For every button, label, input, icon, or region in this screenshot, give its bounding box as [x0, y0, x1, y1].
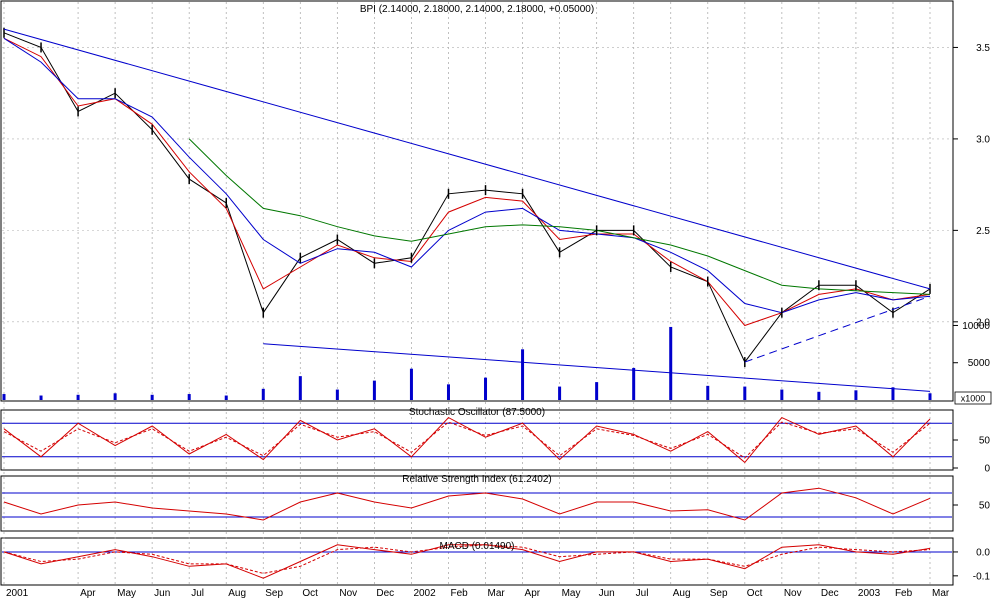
volume-bar: [484, 377, 488, 400]
x-tick-label: Nov: [339, 588, 357, 599]
volume-bar: [817, 391, 821, 400]
volume-bar: [261, 388, 265, 400]
volume-bar: [39, 395, 43, 400]
y-tick-label: 0: [984, 464, 990, 475]
x-tick-label: Jun: [599, 588, 615, 599]
y-tick-label: 50: [979, 501, 991, 512]
x-tick-label: Oct: [747, 588, 763, 599]
x-tick-label: 2002: [413, 588, 436, 599]
y-tick-label: 0.0: [976, 547, 990, 558]
volume-bar: [632, 367, 636, 400]
volume-bar: [743, 386, 747, 400]
stochastic-title: Stochastic Oscillator (87.5000): [409, 407, 545, 418]
volume-bar: [2, 394, 6, 400]
stock-chart: 2.02.53.03.5500010000050500.0-0.1 2001 Ap…: [0, 0, 994, 599]
x-tick-label: Aug: [228, 588, 246, 599]
y-tick-label: 50: [979, 436, 991, 447]
volume-bar: [409, 368, 413, 400]
x-tick-label: Apr: [525, 588, 541, 599]
volume-bar: [372, 380, 376, 400]
x-tick-label: Mar: [932, 588, 950, 599]
volume-bar: [706, 385, 710, 400]
volume-bar: [187, 394, 191, 400]
x-tick-label: Feb: [895, 588, 913, 599]
x-tick-label: Mar: [488, 588, 506, 599]
volume-bar: [558, 386, 562, 400]
volume-bar: [595, 382, 599, 400]
volume-bar: [446, 384, 450, 400]
y-tick-label: -0.1: [973, 571, 991, 582]
y-tick-label: 10000: [962, 321, 990, 332]
volume-unit-label: x1000: [961, 394, 986, 404]
y-tick-label: 2.5: [976, 226, 990, 237]
y-tick-label: 3.5: [976, 43, 990, 54]
x-tick-label: 2001: [6, 588, 29, 599]
x-tick-label: Oct: [302, 588, 318, 599]
x-tick-label: Dec: [821, 588, 839, 599]
volume-bar: [76, 394, 80, 400]
y-tick-label: 3.0: [976, 134, 990, 145]
x-tick-label: May: [562, 588, 581, 599]
x-tick-label: 2003: [858, 588, 881, 599]
volume-bar: [298, 376, 302, 400]
x-tick-label: Nov: [784, 588, 802, 599]
volume-bar: [150, 394, 154, 400]
price-title: BPI (2.14000, 2.18000, 2.14000, 2.18000,…: [360, 4, 594, 15]
x-tick-label: Sep: [265, 588, 283, 599]
volume-bar: [669, 326, 673, 400]
volume-bar: [854, 390, 858, 400]
x-tick-label: Apr: [80, 588, 96, 599]
x-tick-label: Sep: [710, 588, 728, 599]
x-tick-label: May: [117, 588, 136, 599]
x-tick-label: Aug: [673, 588, 691, 599]
volume-bar: [780, 389, 784, 400]
macd-title: MACD (0.01490): [439, 541, 514, 552]
volume-bar: [928, 393, 932, 400]
volume-bar: [224, 395, 228, 400]
x-tick-label: Jul: [636, 588, 649, 599]
volume-bar: [335, 389, 339, 400]
x-tick-label: Dec: [376, 588, 394, 599]
x-tick-label: Jul: [191, 588, 204, 599]
x-tick-label: Feb: [450, 588, 468, 599]
y-tick-label: 5000: [968, 358, 991, 369]
x-tick-label: Jun: [154, 588, 170, 599]
rsi-title: Relative Strength Index (61.2402): [402, 474, 552, 485]
volume-bar: [113, 393, 117, 400]
volume-bar: [521, 349, 525, 400]
